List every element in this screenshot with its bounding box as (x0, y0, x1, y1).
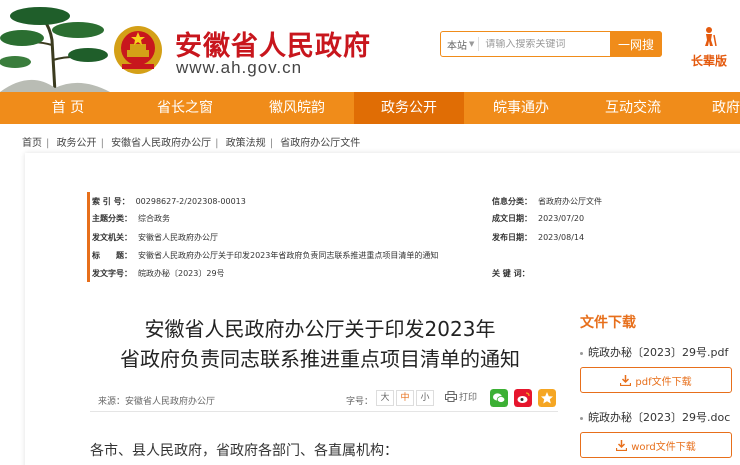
search-button[interactable]: 一网搜 (610, 31, 662, 57)
font-size-large-button[interactable]: 大 (376, 390, 394, 406)
document-title-line: 省政府负责同志联系推进重点项目清单的通知 (120, 347, 520, 371)
meta-keywords: 关 键 词： (492, 268, 536, 279)
meta-key: 发文字号： (92, 269, 132, 278)
nav-item-culture[interactable]: 徽风皖韵 (242, 92, 352, 124)
meta-key: 关 键 词： (492, 269, 530, 278)
bullet-icon (580, 416, 583, 420)
meta-value: 安徽省人民政府办公厅关于印发2023年省政府负责同志联系推进重点项目清单的通知 (138, 251, 439, 260)
document-toolbar: 来源：安徽省人民政府办公厅 字号： 大 中 小 打印 (90, 386, 558, 412)
breadcrumb-link[interactable]: 省政府办公厅文件 (280, 138, 360, 149)
breadcrumb-link[interactable]: 首页 (22, 138, 42, 149)
search-scope-select[interactable]: 本站 ▼ (441, 37, 478, 52)
meta-index-no: 索 引 号： 00298627-2/202308-00013 (92, 196, 246, 207)
meta-issuer: 发文机关： 安徽省人民政府办公厅 (92, 232, 218, 243)
nav-item-services[interactable]: 皖事通办 (466, 92, 576, 124)
meta-title: 标 题： 安徽省人民政府办公厅关于印发2023年省政府负责同志联系推进重点项目清单… (92, 250, 438, 261)
nav-item-home[interactable]: 首 页 (18, 92, 118, 124)
download-file-name: 皖政办秘〔2023〕29号.doc (580, 409, 730, 425)
nav-item-governor[interactable]: 省长之窗 (130, 92, 240, 124)
download-icon (620, 374, 632, 386)
elder-mode-link[interactable]: 长辈版 (684, 26, 734, 69)
download-file-label: 皖政办秘〔2023〕29号.doc (588, 411, 731, 424)
breadcrumb-link[interactable]: 政策法规 (226, 138, 266, 149)
downloads-title: 文件下载 (580, 315, 636, 331)
pdf-download-label: pdf文件下载 (635, 376, 692, 388)
meta-date-created: 成文日期： 2023/07/20 (492, 213, 584, 224)
elder-mode-label: 长辈版 (690, 54, 727, 68)
search-input[interactable] (485, 38, 602, 50)
meta-date-published: 发布日期： 2023/08/14 (492, 232, 584, 243)
printer-icon (445, 391, 457, 402)
meta-value: 安徽省人民政府办公厅 (138, 233, 218, 242)
breadcrumb-separator: | (100, 138, 104, 149)
bullet-icon (580, 351, 583, 355)
pine-tree-logo-icon (0, 7, 110, 92)
meta-value: 省政府办公厅文件 (538, 197, 602, 206)
chevron-down-icon: ▼ (469, 40, 475, 48)
download-icon (616, 439, 628, 451)
qzone-share-icon[interactable] (538, 389, 556, 407)
meta-value: 2023/08/14 (538, 233, 585, 242)
meta-value: 2023/07/20 (538, 214, 585, 223)
document-title-line: 安徽省人民政府办公厅关于印发2023年 (144, 317, 496, 341)
document-title: 安徽省人民政府办公厅关于印发2023年 省政府负责同志联系推进重点项目清单的通知 (90, 314, 550, 374)
breadcrumb-separator: | (215, 138, 219, 149)
search-divider (478, 37, 480, 51)
document-source: 来源：安徽省人民政府办公厅 (98, 397, 216, 407)
meta-key: 成文日期： (492, 214, 532, 223)
main-nav: 首 页 省长之窗 徽风皖韵 政务公开 皖事通办 互动交流 政府 (0, 92, 740, 124)
print-button[interactable]: 打印 (445, 390, 477, 403)
font-size-label: 字号： (346, 397, 374, 407)
nav-item-interaction[interactable]: 互动交流 (578, 92, 688, 124)
search-box: 本站 ▼ 一网搜 (440, 31, 662, 57)
national-emblem-icon (114, 26, 162, 74)
nav-item-government[interactable]: 政府 (690, 92, 740, 124)
search-scope-label: 本站 (447, 40, 467, 52)
document-meta-table: 索 引 号： 00298627-2/202308-00013 主题分类： 综合政务 … (87, 192, 602, 282)
elder-person-icon (705, 27, 717, 47)
meta-info-category: 信息分类： 省政府办公厅文件 (492, 196, 602, 207)
meta-doc-no: 发文字号： 皖政办秘〔2023〕29号 (92, 268, 225, 279)
breadcrumb-separator: | (269, 138, 274, 149)
word-download-button[interactable]: word文件下载 (580, 432, 732, 458)
document-salutation: 各市、县人民政府，省政府各部门、各直属机构： (90, 443, 398, 459)
meta-key: 索 引 号： (92, 197, 130, 206)
meta-key: 信息分类： (492, 197, 532, 206)
font-size-small-button[interactable]: 小 (416, 390, 434, 406)
print-label: 打印 (459, 393, 478, 403)
site-header: 安徽省人民政府 www.ah.gov.cn 本站 ▼ 一网搜 长辈版 (0, 0, 740, 92)
meta-key: 发布日期： (492, 233, 532, 242)
pdf-download-button[interactable]: pdf文件下载 (580, 367, 732, 393)
meta-topic: 主题分类： 综合政务 (92, 213, 170, 224)
download-file-label: 皖政办秘〔2023〕29号.pdf (588, 346, 729, 359)
nav-item-gov-affairs[interactable]: 政务公开 (354, 92, 464, 124)
site-url: www.ah.gov.cn (176, 58, 303, 77)
word-download-label: word文件下载 (631, 441, 696, 453)
meta-key: 标 题： (92, 251, 132, 260)
meta-key: 发文机关： (92, 233, 132, 242)
meta-value: 皖政办秘〔2023〕29号 (138, 269, 225, 278)
breadcrumb-link[interactable]: 安徽省人民政府办公厅 (111, 138, 211, 149)
meta-value: 综合政务 (138, 214, 170, 223)
font-size-medium-button[interactable]: 中 (396, 390, 414, 406)
download-file-name: 皖政办秘〔2023〕29号.pdf (580, 344, 728, 360)
weibo-share-icon[interactable] (514, 389, 532, 407)
meta-key: 主题分类： (92, 214, 132, 223)
breadcrumb-link[interactable]: 政务公开 (57, 138, 97, 149)
breadcrumb-separator: | (46, 138, 50, 149)
wechat-share-icon[interactable] (490, 389, 508, 407)
breadcrumb: 首页 | 政务公开 | 安徽省人民政府办公厅 | 政策法规 | 省政府办公厅文件 (22, 134, 360, 149)
meta-value: 00298627-2/202308-00013 (135, 197, 246, 206)
